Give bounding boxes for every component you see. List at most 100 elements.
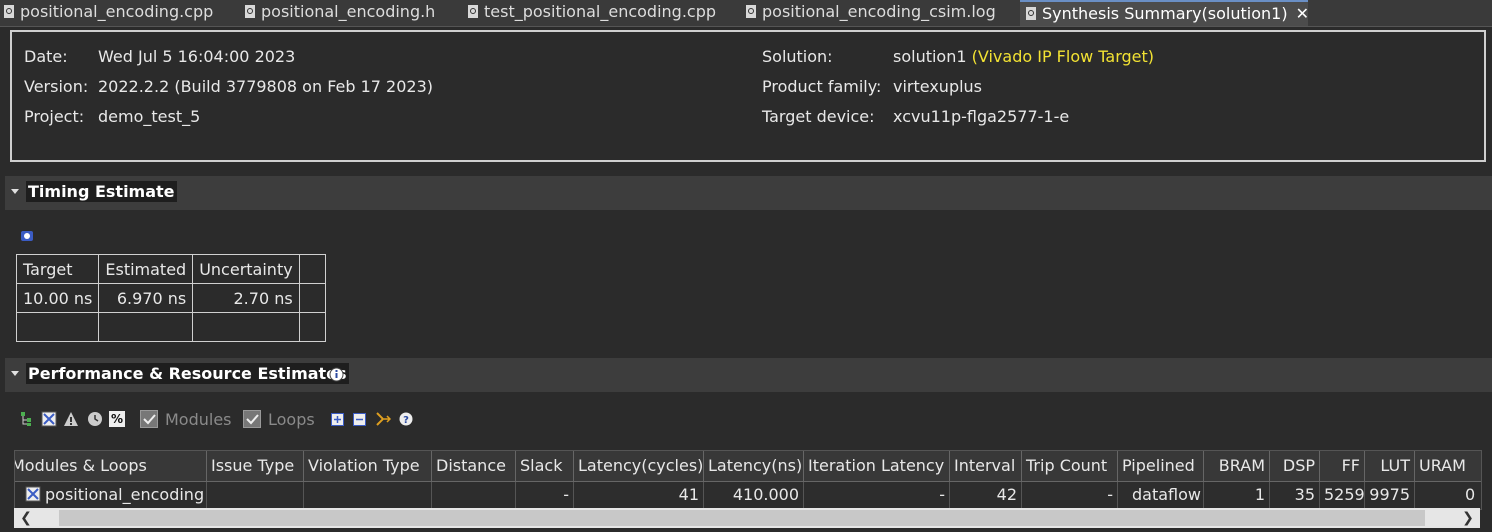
device-label: Target device:: [762, 107, 875, 126]
dsp-cell: 35: [1270, 482, 1320, 508]
timing-blank-cell: [15, 312, 100, 342]
tab-synthesis-summary[interactable]: Synthesis Summary(solution1) ✕: [1020, 0, 1309, 26]
checkmark-icon: [246, 414, 259, 425]
col-slack[interactable]: Slack: [516, 451, 574, 481]
hierarchy-icon[interactable]: [20, 411, 34, 427]
col-bram[interactable]: BRAM: [1204, 451, 1270, 481]
solution-label: Solution:: [762, 47, 833, 66]
perf-section-header[interactable]: Performance & Resource Estimates: [5, 358, 1492, 392]
scroll-right-icon[interactable]: ❯: [1458, 508, 1478, 528]
module-icon: [25, 486, 41, 502]
collapse-all-icon[interactable]: [353, 413, 366, 426]
log-file-icon: [746, 5, 756, 18]
col-trip-count[interactable]: Trip Count: [1022, 451, 1118, 481]
timing-value-row: 10.00 ns 6.970 ns 2.70 ns: [15, 283, 326, 313]
timing-blank-cell: [98, 312, 194, 342]
export-icon[interactable]: [375, 411, 391, 427]
col-iteration-latency[interactable]: Iteration Latency: [804, 451, 950, 481]
grid-header: Modules & Loops Issue Type Violation Typ…: [15, 451, 1481, 482]
timing-target-value: 10.00 ns: [15, 283, 100, 313]
col-dsp[interactable]: DSP: [1270, 451, 1320, 481]
iteration-latency-cell: -: [804, 482, 950, 508]
family-label: Product family:: [762, 77, 882, 96]
version-value: 2022.2.2 (Build 3779808 on Feb 17 2023): [98, 77, 434, 96]
date-value: Wed Jul 5 16:04:00 2023: [98, 47, 296, 66]
scroll-left-icon[interactable]: ❮: [16, 508, 36, 528]
col-pipelined[interactable]: Pipelined: [1118, 451, 1204, 481]
loops-label: Loops: [268, 410, 315, 429]
trip-count-cell: -: [1022, 482, 1118, 508]
latency-cycles-cell: 41: [574, 482, 704, 508]
col-modules-loops[interactable]: Modules & Loops: [15, 451, 207, 481]
module-name: positional_encoding: [45, 485, 205, 504]
timing-col-estimated: Estimated: [98, 254, 194, 284]
col-ff[interactable]: FF: [1320, 451, 1365, 481]
tab-test-positional-encoding-cpp[interactable]: test_positional_encoding.cpp: [468, 0, 716, 26]
timing-blank-cell: [192, 312, 300, 342]
modules-label: Modules: [165, 410, 232, 429]
horizontal-scrollbar[interactable]: ❮ ❯: [14, 508, 1480, 528]
timing-estimated-value: 6.970 ns: [98, 283, 194, 313]
solution-value: solution1 (Vivado IP Flow Target): [893, 47, 1154, 66]
tab-positional-encoding-cpp[interactable]: positional_encoding.cpp: [4, 0, 213, 26]
col-uram[interactable]: URAM: [1415, 451, 1481, 481]
help-icon[interactable]: ?: [399, 412, 413, 426]
date-label: Date:: [24, 47, 68, 66]
warning-icon[interactable]: [63, 411, 79, 427]
issue-type-cell: [207, 482, 304, 508]
solution-target: (Vivado IP Flow Target): [971, 47, 1155, 66]
solution-name: solution1: [893, 47, 967, 66]
loops-checkbox[interactable]: [243, 410, 261, 428]
close-icon[interactable]: ✕: [1296, 4, 1309, 23]
timing-uncertainty-value: 2.70 ns: [192, 283, 300, 313]
collapse-triangle-icon[interactable]: [11, 189, 19, 194]
version-label: Version:: [24, 77, 89, 96]
project-label: Project:: [24, 107, 85, 126]
timing-col-target: Target: [15, 254, 100, 284]
checkmark-icon: [143, 414, 156, 425]
col-latency-cycles[interactable]: Latency(cycles): [574, 451, 704, 481]
timing-section-header[interactable]: Timing Estimate: [5, 176, 1492, 210]
cpp-file-icon: [468, 5, 478, 18]
col-distance[interactable]: Distance: [432, 451, 516, 481]
distance-cell: [432, 482, 516, 508]
scrollbar-thumb[interactable]: [59, 510, 1425, 526]
uram-cell: 0: [1465, 485, 1476, 504]
header-file-icon: [245, 5, 255, 18]
module-icon[interactable]: [41, 411, 57, 427]
violation-type-cell: [304, 482, 432, 508]
col-violation-type[interactable]: Violation Type: [304, 451, 432, 481]
project-value: demo_test_5: [98, 107, 201, 126]
timing-blank-row: [15, 312, 326, 342]
col-issue-type[interactable]: Issue Type: [207, 451, 304, 481]
report-icon: [1026, 7, 1036, 20]
editor-tab-bar: positional_encoding.cpp positional_encod…: [0, 0, 1492, 27]
collapse-triangle-icon[interactable]: [11, 371, 19, 376]
ff-cell: 5259: [1320, 482, 1365, 508]
family-value: virtexuplus: [893, 77, 983, 96]
info-icon[interactable]: [329, 367, 344, 382]
bram-cell: 1: [1204, 482, 1270, 508]
percent-icon[interactable]: %: [109, 411, 125, 427]
lut-cell: 9975: [1365, 482, 1415, 508]
timer-icon[interactable]: [87, 411, 103, 427]
timing-col-uncertainty: Uncertainty: [192, 254, 300, 284]
timing-empty-cell: [298, 283, 326, 313]
table-row[interactable]: positional_encoding - 41 410.000 - 42 - …: [15, 482, 1481, 508]
tab-positional-encoding-h[interactable]: positional_encoding.h: [245, 0, 435, 26]
interval-cell: 42: [950, 482, 1022, 508]
perf-resource-grid: Modules & Loops Issue Type Violation Typ…: [14, 450, 1482, 510]
summary-info-box: Date: Wed Jul 5 16:04:00 2023 Version: 2…: [10, 30, 1486, 162]
col-lut[interactable]: LUT: [1365, 451, 1415, 481]
tab-csim-log[interactable]: positional_encoding_csim.log: [746, 0, 996, 26]
slack-cell: -: [516, 482, 574, 508]
col-latency-ns[interactable]: Latency(ns): [704, 451, 804, 481]
latency-ns-cell: 410.000: [704, 482, 804, 508]
expand-all-icon[interactable]: [331, 413, 344, 426]
modules-checkbox[interactable]: [140, 410, 158, 428]
timing-blank-cell: [298, 312, 326, 342]
module-cell[interactable]: positional_encoding: [15, 482, 207, 508]
timing-header-row: Target Estimated Uncertainty: [15, 254, 326, 284]
cpp-file-icon: [4, 5, 14, 18]
col-interval[interactable]: Interval: [950, 451, 1022, 481]
